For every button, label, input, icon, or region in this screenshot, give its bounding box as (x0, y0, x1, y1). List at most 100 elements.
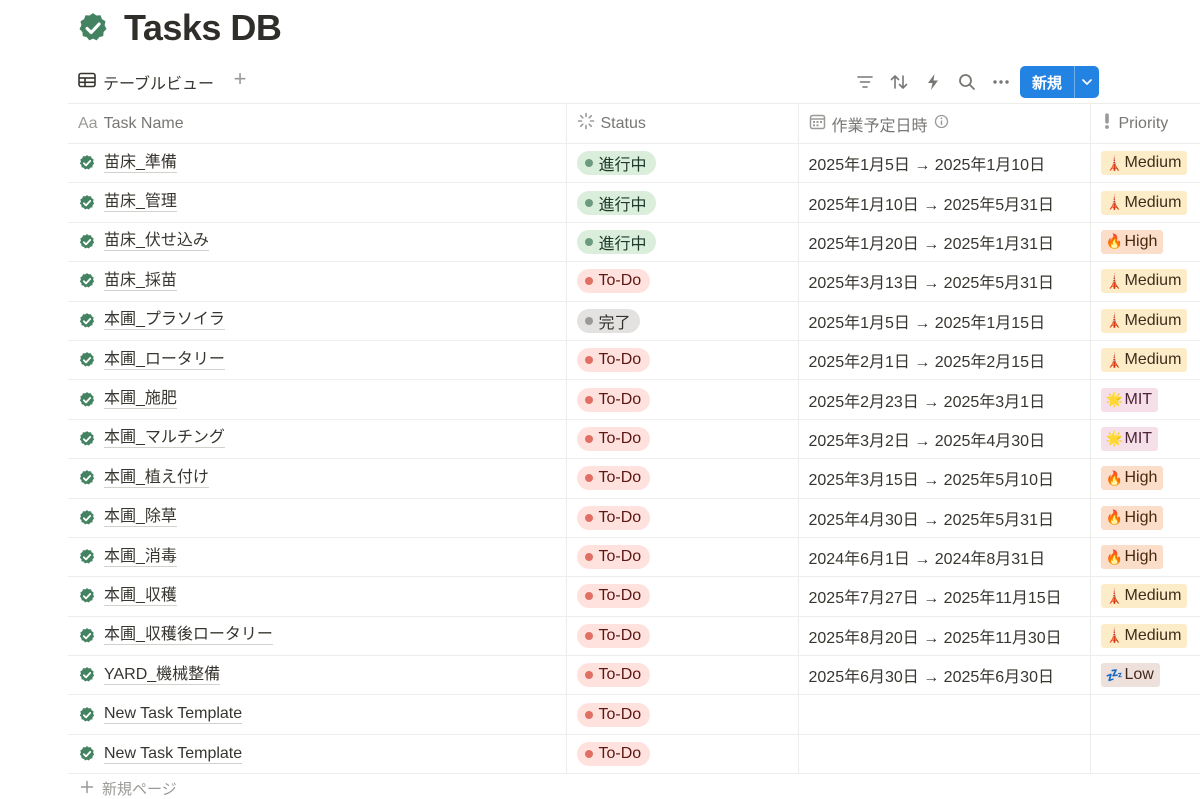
task-name-link[interactable]: 苗床_伏せ込み (104, 232, 209, 252)
column-header-status[interactable]: Status (566, 103, 799, 144)
task-name-link[interactable]: 本圃_植え付け (104, 469, 209, 488)
status-badge[interactable]: To-Do (576, 584, 651, 609)
cell-task-name[interactable]: New Task Template (68, 733, 567, 775)
task-name-link[interactable]: 本圃_除草 (104, 508, 177, 528)
cell-status[interactable]: 進行中 (566, 182, 799, 223)
search-icon[interactable] (950, 67, 984, 97)
check-badge-icon[interactable] (76, 11, 110, 45)
cell-task-name[interactable]: 苗床_準備 (68, 142, 567, 184)
new-button[interactable]: 新規 (1020, 66, 1099, 98)
cell-status[interactable]: To-Do (566, 655, 799, 696)
status-badge[interactable]: To-Do (576, 269, 651, 294)
cell-date[interactable]: 2025年3月13日 → 2025年5月31日 (798, 261, 1091, 302)
cell-task-name[interactable]: 本圃_消毒 (68, 536, 567, 578)
table-row[interactable]: 苗床_管理 進行中 2025年1月10日 → 2025年5月31日 🗼 Medi… (68, 182, 1200, 223)
cell-date[interactable]: 2024年6月1日 → 2024年8月31日 (798, 536, 1091, 578)
cell-priority[interactable]: 🔥 High (1090, 497, 1200, 538)
cell-task-name[interactable]: YARD_機械整備 (68, 655, 567, 696)
task-name-link[interactable]: 苗床_管理 (104, 193, 177, 213)
task-name-link[interactable]: New Task Template (104, 745, 243, 764)
add-view-button[interactable]: + (228, 66, 252, 92)
cell-task-name[interactable]: 本圃_施肥 (68, 379, 567, 420)
status-badge[interactable]: To-Do (576, 426, 651, 451)
table-row[interactable]: 本圃_植え付け To-Do 2025年3月15日 → 2025年5月10日 🔥 … (68, 458, 1200, 499)
status-badge[interactable]: To-Do (576, 702, 651, 727)
table-row[interactable]: 本圃_マルチング To-Do 2025年3月2日 → 2025年4月30日 🌟 … (68, 418, 1200, 460)
cell-date[interactable]: 2025年7月27日 → 2025年11月15日 (798, 576, 1091, 617)
cell-date[interactable]: 2025年1月5日 → 2025年1月10日 (798, 142, 1091, 184)
status-badge[interactable]: To-Do (576, 505, 651, 530)
task-name-link[interactable]: New Task Template (104, 705, 243, 725)
status-badge[interactable]: 完了 (576, 308, 640, 333)
status-badge[interactable]: To-Do (576, 545, 651, 570)
cell-priority[interactable]: 🌟 MIT (1090, 379, 1200, 420)
cell-date[interactable]: 2025年3月2日 → 2025年4月30日 (798, 418, 1091, 460)
task-name-link[interactable]: 苗床_準備 (104, 154, 177, 173)
cell-task-name[interactable]: 本圃_収穫 (68, 576, 567, 617)
cell-status[interactable]: 進行中 (566, 142, 799, 184)
chevron-down-icon[interactable] (1075, 78, 1099, 86)
filter-icon[interactable] (848, 67, 882, 97)
cell-date[interactable]: 2025年1月20日 → 2025年1月31日 (798, 221, 1091, 263)
cell-status[interactable]: To-Do (566, 458, 799, 499)
priority-badge[interactable]: 🔥 High (1100, 229, 1164, 254)
cell-priority[interactable]: 🗼 Medium (1090, 300, 1200, 341)
cell-task-name[interactable]: 苗床_伏せ込み (68, 221, 567, 263)
cell-date[interactable]: 2025年8月20日 → 2025年11月30日 (798, 615, 1091, 657)
cell-priority[interactable] (1090, 733, 1200, 775)
table-row[interactable]: New Task Template To-Do (68, 694, 1200, 735)
cell-priority[interactable]: 🔥 High (1090, 536, 1200, 578)
task-name-link[interactable]: 本圃_マルチング (104, 429, 225, 449)
priority-badge[interactable]: 🗼 Medium (1100, 348, 1188, 373)
cell-date[interactable] (798, 694, 1091, 735)
status-badge[interactable]: To-Do (576, 387, 651, 412)
tab-table-view[interactable]: テーブルビュー (78, 69, 214, 95)
status-badge[interactable]: To-Do (576, 742, 651, 767)
priority-badge[interactable]: 🗼 Medium (1100, 584, 1188, 609)
task-name-link[interactable]: 本圃_ロータリー (104, 351, 225, 370)
new-page-button[interactable]: 新規ページ (80, 778, 177, 799)
cell-priority[interactable]: 🗼 Medium (1090, 261, 1200, 302)
task-name-link[interactable]: 本圃_施肥 (104, 390, 177, 410)
info-icon[interactable] (934, 114, 949, 134)
cell-priority[interactable]: 🗼 Medium (1090, 576, 1200, 617)
table-row[interactable]: 本圃_消毒 To-Do 2024年6月1日 → 2024年8月31日 🔥 Hig… (68, 536, 1200, 578)
priority-badge[interactable]: 🌟 MIT (1100, 426, 1159, 451)
priority-badge[interactable]: 🔥 High (1100, 505, 1164, 530)
column-header-date[interactable]: 作業予定日時 (798, 103, 1091, 144)
table-row[interactable]: YARD_機械整備 To-Do 2025年6月30日 → 2025年6月30日 … (68, 655, 1200, 696)
priority-badge[interactable]: 🔥 High (1100, 466, 1164, 491)
cell-date[interactable]: 2025年6月30日 → 2025年6月30日 (798, 655, 1091, 696)
cell-task-name[interactable]: 本圃_ロータリー (68, 339, 567, 381)
cell-priority[interactable] (1090, 694, 1200, 735)
cell-task-name[interactable]: New Task Template (68, 694, 567, 735)
cell-status[interactable]: To-Do (566, 694, 799, 735)
cell-status[interactable]: To-Do (566, 379, 799, 420)
cell-date[interactable]: 2025年2月23日 → 2025年3月1日 (798, 379, 1091, 420)
cell-status[interactable]: To-Do (566, 497, 799, 538)
cell-status[interactable]: 完了 (566, 300, 799, 341)
cell-date[interactable] (798, 733, 1091, 775)
table-row[interactable]: 本圃_除草 To-Do 2025年4月30日 → 2025年5月31日 🔥 Hi… (68, 497, 1200, 538)
priority-badge[interactable]: 🗼 Medium (1100, 623, 1188, 648)
cell-status[interactable]: To-Do (566, 733, 799, 775)
cell-status[interactable]: To-Do (566, 339, 799, 381)
priority-badge[interactable]: 🌟 MIT (1100, 387, 1159, 412)
task-name-link[interactable]: 本圃_収穫後ロータリー (104, 626, 273, 646)
column-header-priority[interactable]: Priority (1090, 103, 1200, 144)
status-badge[interactable]: 進行中 (576, 190, 656, 215)
table-row[interactable]: New Task Template To-Do (68, 733, 1200, 775)
sort-icon[interactable] (882, 67, 916, 97)
status-badge[interactable]: To-Do (576, 663, 651, 688)
column-header-task-name[interactable]: Aa Task Name (68, 103, 567, 144)
task-name-link[interactable]: 本圃_プラソイラ (104, 311, 225, 331)
cell-priority[interactable]: 🗼 Medium (1090, 339, 1200, 381)
table-row[interactable]: 本圃_施肥 To-Do 2025年2月23日 → 2025年3月1日 🌟 MIT (68, 379, 1200, 420)
status-badge[interactable]: To-Do (576, 348, 651, 373)
cell-task-name[interactable]: 本圃_植え付け (68, 458, 567, 499)
table-row[interactable]: 苗床_採苗 To-Do 2025年3月13日 → 2025年5月31日 🗼 Me… (68, 261, 1200, 302)
cell-priority[interactable]: 🗼 Medium (1090, 182, 1200, 223)
cell-status[interactable]: To-Do (566, 615, 799, 657)
cell-task-name[interactable]: 苗床_管理 (68, 182, 567, 223)
status-badge[interactable]: To-Do (576, 466, 651, 491)
